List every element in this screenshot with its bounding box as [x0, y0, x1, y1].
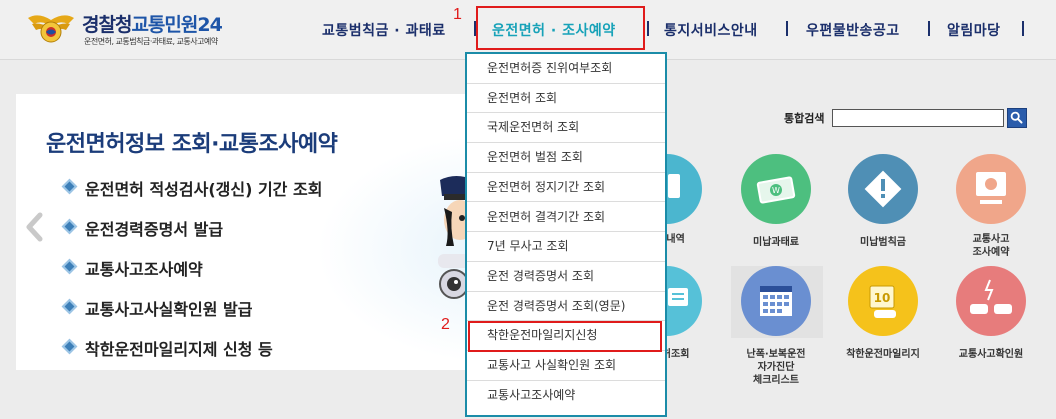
- svg-text:10: 10: [874, 291, 891, 305]
- quick-accident-reservation-text: 교통사고 조사예약: [972, 234, 1010, 258]
- nav-separator: [786, 21, 788, 36]
- submenu-item[interactable]: 운전 경력증명서 조회: [467, 262, 665, 292]
- bullet-icon: [61, 338, 78, 355]
- nav-separator: [1022, 21, 1024, 36]
- nav-separator: [647, 21, 649, 36]
- list-item[interactable]: 교통사고조사예약: [61, 256, 322, 296]
- bullet-icon: [61, 258, 78, 275]
- warning-icon: [864, 170, 902, 208]
- bullet-icon: [61, 298, 78, 315]
- quick-reckless-check-icon[interactable]: [741, 266, 811, 336]
- nav-license[interactable]: 운전면허 · 조사예약: [492, 20, 616, 40]
- nav-notice[interactable]: 통지서비스안내: [664, 20, 758, 40]
- submenu-item[interactable]: 7년 무사고 조회: [467, 232, 665, 262]
- panel-list: 운전면허 적성검사(갱신) 기간 조회 운전경력증명서 발급 교통사고조사예약 …: [61, 176, 322, 370]
- main-nav: 교통범칙금 · 과태료 운전면허 · 조사예약 통지서비스안내 우편물반송공고 …: [0, 0, 1056, 60]
- mileage-card-icon: 10: [869, 285, 896, 318]
- search-input[interactable]: [832, 109, 1004, 127]
- calendar-icon: [760, 286, 792, 316]
- nav-board[interactable]: 알림마당: [947, 20, 1001, 40]
- quick-unpaid-penalty-label[interactable]: 미납범칙금: [828, 236, 938, 249]
- search-button[interactable]: [1007, 108, 1027, 128]
- list-item[interactable]: 착한운전마일리지제 신청 등: [61, 336, 322, 370]
- nav-separator: [928, 21, 930, 36]
- quick-reckless-check-text: 난폭·보복운전 자가진단 체크리스트: [746, 349, 806, 386]
- submenu-item[interactable]: 운전 경력증명서 조회(영문): [467, 292, 665, 322]
- quick-accident-confirm-icon[interactable]: [956, 266, 1026, 336]
- quick-mileage-icon[interactable]: 10: [848, 266, 918, 336]
- quick-accident-reservation-icon[interactable]: [956, 154, 1026, 224]
- license-submenu: 운전면허증 진위여부조회 운전면허 조회 국제운전면허 조회 운전면허 벌점 조…: [465, 52, 667, 417]
- submenu-item[interactable]: 운전면허 정지기간 조회: [467, 173, 665, 203]
- annotation-marker-1: 1: [453, 6, 462, 23]
- submenu-highlight: [468, 321, 662, 352]
- quick-accident-confirm-label[interactable]: 교통사고확인원: [936, 348, 1046, 361]
- svg-text:W: W: [772, 186, 780, 195]
- submenu-item[interactable]: 운전면허 벌점 조회: [467, 143, 665, 173]
- quick-unpaid-fines-label[interactable]: 미납과태료: [721, 236, 831, 249]
- submenu-item[interactable]: 국제운전면허 조회: [467, 113, 665, 144]
- submenu-item[interactable]: 교통사고 사실확인원 조회: [467, 351, 665, 381]
- submenu-item[interactable]: 교통사고조사예약: [467, 381, 665, 411]
- submenu-item[interactable]: 운전면허 결격기간 조회: [467, 203, 665, 233]
- search-icon: [1010, 111, 1023, 124]
- bullet-icon: [61, 178, 78, 195]
- search-label: 통합검색: [784, 112, 825, 125]
- quick-reckless-check-label[interactable]: 난폭·보복운전 자가진단 체크리스트: [721, 348, 831, 387]
- nav-fines[interactable]: 교통범칙금 · 과태료: [322, 20, 446, 40]
- quick-unpaid-penalty-icon[interactable]: [848, 154, 918, 224]
- computer-icon: [976, 172, 1006, 204]
- nav-returned-mail[interactable]: 우편물반송공고: [806, 20, 900, 40]
- quick-accident-reservation-label[interactable]: 교통사고 조사예약: [936, 233, 1046, 259]
- bullet-icon: [61, 218, 78, 235]
- submenu-item[interactable]: 운전면허증 진위여부조회: [467, 54, 665, 84]
- money-icon: W: [756, 176, 796, 204]
- submenu-item[interactable]: 운전면허 조회: [467, 84, 665, 114]
- annotation-marker-2: 2: [441, 316, 450, 333]
- panel-title: 운전면허정보 조회·교통조사예약: [46, 132, 338, 157]
- list-item[interactable]: 운전경력증명서 발급: [61, 216, 322, 256]
- list-item[interactable]: 운전면허 적성검사(갱신) 기간 조회: [61, 176, 322, 216]
- prev-slide-icon[interactable]: [24, 212, 46, 242]
- list-item[interactable]: 교통사고사실확인원 발급: [61, 296, 322, 336]
- site-header: 경찰청교통민원24 운전면허, 교통범칙금·과태료, 교통사고예약 교통범칙금 …: [0, 0, 1056, 60]
- car-crash-icon: [970, 279, 1012, 314]
- quick-mileage-label[interactable]: 착한운전마일리지: [828, 348, 938, 361]
- quick-unpaid-fines-icon[interactable]: W: [741, 154, 811, 224]
